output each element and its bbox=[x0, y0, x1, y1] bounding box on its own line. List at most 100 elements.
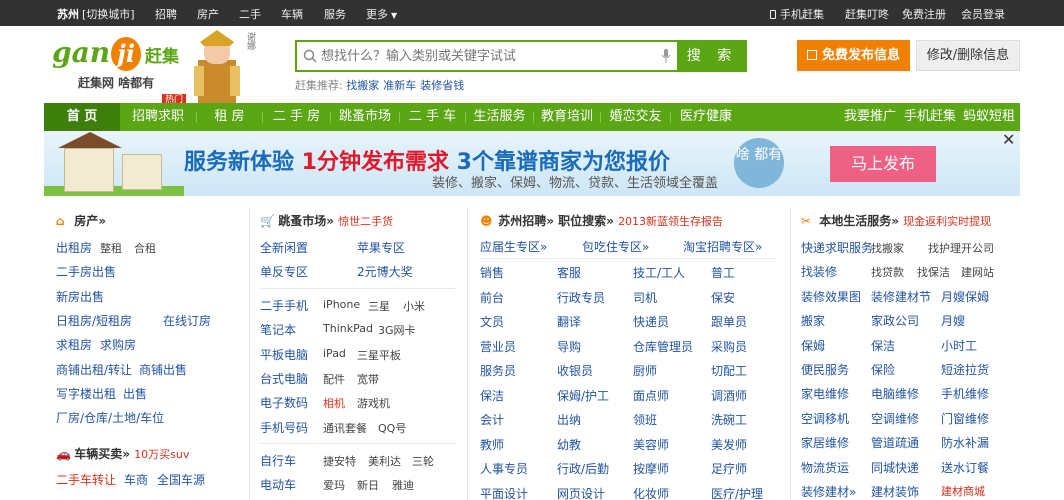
nav-promote[interactable]: 我要推广 bbox=[842, 103, 898, 131]
link-car-dealer[interactable]: 车商 bbox=[124, 471, 148, 488]
link-shop-sale[interactable]: 商铺出售 bbox=[139, 361, 187, 378]
link-yadi[interactable]: 雅迪 bbox=[392, 477, 414, 493]
job-link[interactable]: 文员 bbox=[480, 313, 504, 330]
top-nav-housing[interactable]: 房产 bbox=[197, 6, 219, 22]
job-link[interactable]: 网页设计 bbox=[557, 485, 605, 500]
nav-mobile-ganji[interactable]: 手机赶集 bbox=[902, 103, 958, 131]
link-broadband[interactable]: 宽带 bbox=[357, 371, 379, 387]
nav-flea-market[interactable]: 跳蚤市场 bbox=[331, 103, 399, 131]
job-link[interactable]: 面点师 bbox=[633, 387, 669, 404]
job-link[interactable]: 美容师 bbox=[633, 436, 669, 453]
link-qq[interactable]: QQ号 bbox=[378, 420, 406, 436]
service-link[interactable]: 空调维修 bbox=[871, 410, 919, 427]
service-link[interactable]: 装修建材节 bbox=[871, 288, 931, 305]
service-link[interactable]: 家电维修 bbox=[801, 385, 849, 402]
link-xiaomi[interactable]: 小米 bbox=[403, 298, 425, 314]
housing-title[interactable]: ⌂ 房产» bbox=[56, 212, 106, 229]
link-3g-card[interactable]: 3G网卡 bbox=[378, 322, 416, 338]
service-link[interactable]: 空调移机 bbox=[801, 410, 849, 427]
service-link[interactable]: 家居维修 bbox=[801, 434, 849, 451]
hot-link-moving[interactable]: 找搬家 bbox=[346, 79, 379, 92]
nav-education[interactable]: 教育培训 bbox=[534, 103, 600, 131]
service-link[interactable]: 建材商城 bbox=[941, 483, 985, 499]
service-link[interactable]: 手机维修 bbox=[941, 385, 989, 402]
job-link[interactable]: 技工/工人 bbox=[633, 264, 685, 281]
link-shop-rent[interactable]: 商铺出租/转让 bbox=[56, 361, 132, 378]
link-samsung[interactable]: 三星 bbox=[368, 298, 390, 314]
job-link[interactable]: 客服 bbox=[557, 264, 581, 281]
service-link[interactable]: 找装修 bbox=[801, 263, 837, 280]
link-used-car-sale[interactable]: 二手车转让 bbox=[56, 471, 116, 488]
job-link[interactable]: 销售 bbox=[480, 264, 504, 281]
link-secondhand-sale[interactable]: 二手房出售 bbox=[56, 263, 116, 280]
job-link[interactable]: 调酒师 bbox=[711, 387, 747, 404]
service-link[interactable]: 保姆 bbox=[801, 337, 825, 354]
link-new-house[interactable]: 新房出售 bbox=[56, 288, 104, 305]
nav-rent[interactable]: 租 房 bbox=[197, 103, 262, 131]
mobile-ganji-link[interactable]: 手机赶集 bbox=[770, 6, 824, 22]
job-link[interactable]: 仓库管理员 bbox=[633, 338, 693, 355]
job-link[interactable]: 保洁 bbox=[480, 387, 504, 404]
link-online-booking[interactable]: 在线订房 bbox=[163, 312, 211, 329]
job-link[interactable]: 足疗师 bbox=[711, 460, 747, 477]
top-nav-jobs[interactable]: 招聘 bbox=[155, 6, 177, 22]
nav-short-rent[interactable]: 蚂蚁短租 bbox=[962, 103, 1016, 131]
job-link[interactable]: 司机 bbox=[633, 289, 657, 306]
job-link[interactable]: 洗碗工 bbox=[711, 411, 747, 428]
job-link[interactable]: 快递员 bbox=[633, 313, 669, 330]
link-want-buy[interactable]: 求购房 bbox=[100, 336, 136, 353]
link-slr-zone[interactable]: 单反专区 bbox=[260, 263, 308, 280]
link-new-idle[interactable]: 全新闲置 bbox=[260, 239, 308, 256]
link-factory[interactable]: 厂房/仓库/土地/车位 bbox=[56, 409, 164, 426]
service-link[interactable]: 找保洁 bbox=[917, 264, 950, 280]
service-link[interactable]: 同城快递 bbox=[871, 459, 919, 476]
link-bicycle[interactable]: 自行车 bbox=[260, 452, 296, 469]
search-input[interactable] bbox=[297, 42, 637, 70]
link-room-board-zone[interactable]: 包吃住专区» bbox=[582, 238, 649, 255]
link-daily-rent[interactable]: 日租房/短租房 bbox=[56, 312, 132, 329]
link-share-rent[interactable]: 合租 bbox=[134, 240, 156, 256]
job-link[interactable]: 会计 bbox=[480, 411, 504, 428]
service-link[interactable]: 月嫂 bbox=[941, 312, 965, 329]
link-phone-number[interactable]: 手机号码 bbox=[260, 419, 308, 436]
link-game-console[interactable]: 游戏机 bbox=[357, 395, 390, 411]
service-link[interactable]: 物流货运 bbox=[801, 459, 849, 476]
service-link[interactable]: 开公司 bbox=[961, 240, 994, 256]
nav-secondhand-house[interactable]: 二 手 房 bbox=[263, 103, 330, 131]
job-link[interactable]: 美发师 bbox=[711, 436, 747, 453]
register-link[interactable]: 免费注册 bbox=[902, 6, 946, 22]
service-link[interactable]: 建材装饰 bbox=[871, 483, 919, 500]
link-graduate-zone[interactable]: 应届生专区» bbox=[480, 238, 547, 255]
hot-link-newcar[interactable]: 准新车 bbox=[383, 79, 416, 92]
service-link[interactable]: 便民服务 bbox=[801, 361, 849, 378]
job-link[interactable]: 采购员 bbox=[711, 338, 747, 355]
service-link[interactable]: 搬家 bbox=[801, 312, 825, 329]
job-link[interactable]: 按摩师 bbox=[633, 460, 669, 477]
service-link[interactable]: 保洁 bbox=[871, 337, 895, 354]
job-link[interactable]: 收银员 bbox=[557, 362, 593, 379]
service-link[interactable]: 短途拉货 bbox=[941, 361, 989, 378]
promo-banner[interactable]: 服务新体验 1分钟发布需求 3个靠谱商家为您报价 装修、搬家、保姆、物流、贷款、… bbox=[44, 132, 1020, 196]
link-samsung-tablet[interactable]: 三星平板 bbox=[357, 347, 401, 363]
link-ebike[interactable]: 电动车 bbox=[260, 476, 296, 493]
nav-life-services[interactable]: 生活服务 bbox=[466, 103, 533, 131]
link-merida[interactable]: 美利达 bbox=[368, 453, 401, 469]
service-link[interactable]: 送水订餐 bbox=[941, 459, 989, 476]
link-apple-zone[interactable]: 苹果专区 bbox=[357, 239, 405, 256]
service-link[interactable]: 门窗维修 bbox=[941, 410, 989, 427]
service-link[interactable]: 小时工 bbox=[941, 337, 977, 354]
job-link[interactable]: 导购 bbox=[557, 338, 581, 355]
job-link[interactable]: 服务员 bbox=[480, 362, 516, 379]
link-whole-rent[interactable]: 整租 bbox=[100, 240, 122, 256]
service-link[interactable]: 找搬家 bbox=[871, 240, 904, 256]
microphone-icon[interactable] bbox=[661, 49, 671, 63]
flea-title[interactable]: 🛒 跳蚤市场» 惊世二手货 bbox=[260, 212, 393, 229]
service-link[interactable]: 建网站 bbox=[961, 264, 994, 280]
jobs-title[interactable]: ☻ 苏州招聘» 职位搜索» 2013新蓝领生存报告 bbox=[480, 212, 723, 229]
switch-city-link[interactable]: [切换城市] bbox=[82, 6, 135, 22]
hot-link-renovation[interactable]: 装修省钱 bbox=[420, 79, 464, 92]
service-link[interactable]: 保险 bbox=[871, 361, 895, 378]
link-parts[interactable]: 配件 bbox=[323, 371, 345, 387]
link-rent[interactable]: 出租房 bbox=[56, 239, 92, 256]
service-link[interactable]: 快递求职服务 bbox=[801, 239, 873, 256]
